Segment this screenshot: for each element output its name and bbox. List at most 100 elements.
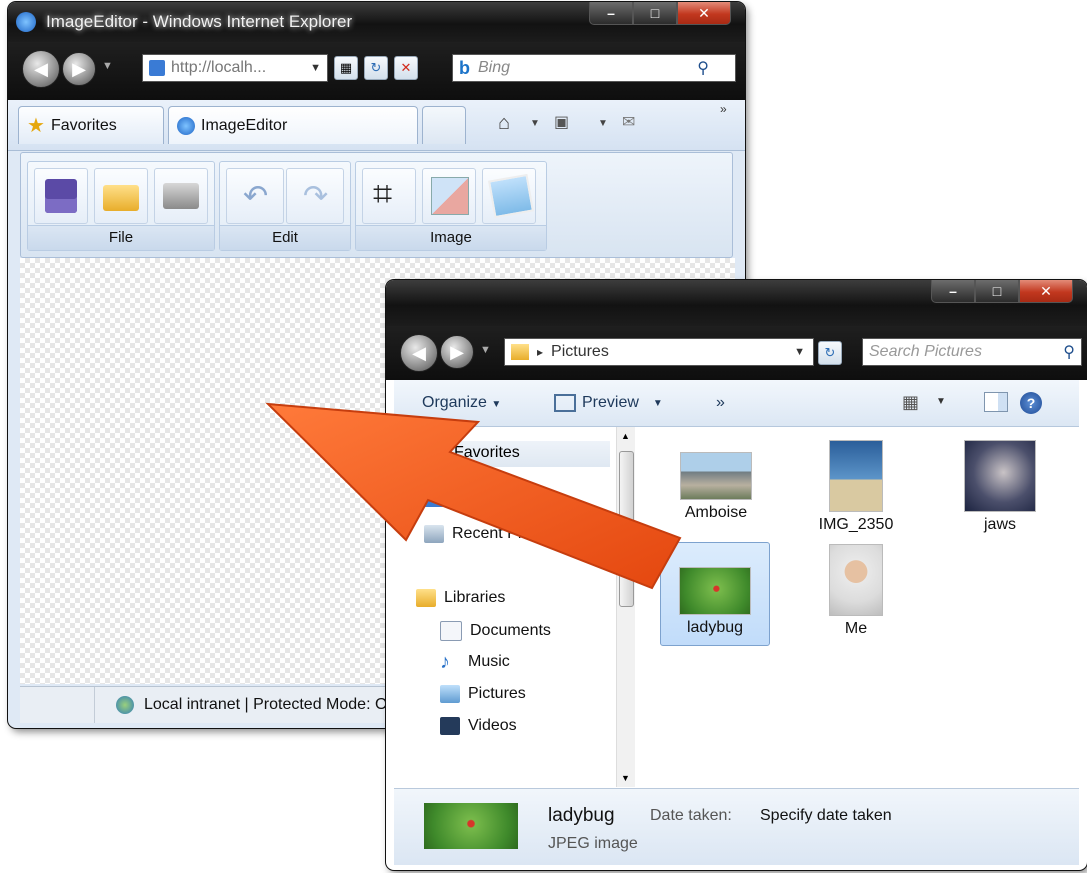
status-text: Local intranet | Protected Mode: On (144, 696, 397, 713)
print-button[interactable] (154, 168, 208, 224)
file-name: Me (844, 620, 868, 637)
home-dropdown-icon[interactable]: ▼ (530, 118, 540, 129)
close-button[interactable]: ✕ (677, 2, 731, 25)
redo-button[interactable]: ↷ (286, 168, 344, 224)
crop-icon: ⌗ (373, 175, 393, 213)
organize-button[interactable]: Organize ▼ (422, 394, 501, 412)
address-bar[interactable]: http://localh... ▼ (142, 54, 328, 82)
mail-icon[interactable]: ✉ (622, 112, 635, 132)
ribbon-group-edit-label: Edit (220, 225, 350, 250)
compatibility-icon[interactable]: ▦ (334, 56, 358, 80)
scroll-up-icon[interactable]: ▲ (621, 431, 630, 441)
file-item-amboise[interactable]: Amboise (670, 452, 762, 522)
explorer-refresh-icon[interactable]: ↻ (818, 341, 842, 365)
breadcrumb-dropdown-icon[interactable]: ▼ (794, 346, 805, 358)
nav-item-recent-places[interactable]: Recent Places (424, 525, 555, 543)
date-taken-label: Date taken: (650, 807, 732, 824)
search-placeholder: Bing (478, 59, 511, 76)
feeds-dropdown-icon[interactable]: ▼ (598, 118, 608, 129)
recent-pages-dropdown-icon[interactable]: ▼ (102, 60, 113, 72)
forward-button[interactable]: ▶ (62, 52, 96, 86)
open-button[interactable] (94, 168, 148, 224)
amboise-thumbnail (680, 452, 752, 500)
nav-item-videos[interactable]: Videos (440, 717, 517, 735)
maximize-button[interactable]: □ (633, 2, 677, 25)
page-icon (149, 60, 165, 76)
help-icon[interactable]: ? (1020, 392, 1042, 414)
preview-label: Preview (582, 394, 639, 411)
favorites-bar: ★ Favorites ImageEditor ⌂ ▼ ▣ ▼ ✉ » (8, 100, 745, 151)
stop-icon[interactable]: ✕ (394, 56, 418, 80)
details-pane: ladybug JPEG image Date taken: Specify d… (394, 788, 1079, 865)
preview-icon (554, 394, 576, 412)
favorites-button[interactable]: ★ Favorites (18, 106, 164, 144)
explorer-minimize-button[interactable]: – (931, 280, 975, 303)
new-tab-button[interactable] (422, 106, 466, 144)
explorer-maximize-button[interactable]: □ (975, 280, 1019, 303)
file-item-ladybug[interactable]: ladybug (660, 542, 770, 646)
explorer-close-button[interactable]: ✕ (1019, 280, 1073, 303)
documents-icon (440, 621, 462, 641)
home-icon[interactable]: ⌂ (498, 112, 510, 135)
nav-videos-label: Videos (468, 717, 517, 734)
file-item-jaws[interactable]: jaws (954, 440, 1046, 534)
crop-button[interactable]: ⌗ (362, 168, 416, 224)
feeds-icon[interactable]: ▣ (554, 112, 569, 132)
nav-scrollbar[interactable]: ▲ ▼ (616, 427, 635, 787)
nav-favorites-header[interactable]: Favorites (404, 441, 610, 467)
address-dropdown-icon[interactable]: ▼ (310, 62, 321, 74)
picture-effects-button[interactable] (482, 168, 536, 224)
view-options-icon[interactable]: ▦ (902, 392, 919, 413)
explorer-recent-dropdown-icon[interactable]: ▼ (480, 344, 491, 356)
breadcrumb[interactable]: ▸ Pictures ▼ (504, 338, 814, 366)
resize-button[interactable] (422, 168, 476, 224)
more-commands-button[interactable]: » (716, 394, 725, 412)
more-toolbar-icon[interactable]: » (720, 102, 727, 116)
nav-item-documents[interactable]: Documents (440, 621, 551, 641)
refresh-icon[interactable]: ↻ (364, 56, 388, 80)
nav-item-music[interactable]: ♪ Music (440, 651, 510, 673)
explorer-search-placeholder: Search Pictures (869, 343, 982, 360)
minimize-button[interactable]: – (589, 2, 633, 25)
file-item-me[interactable]: Me (810, 544, 902, 638)
file-name: Amboise (684, 504, 748, 521)
me-thumbnail (829, 544, 883, 616)
explorer-forward-button[interactable]: ▶ (440, 335, 474, 369)
explorer-search-box[interactable]: Search Pictures ⚲ (862, 338, 1082, 366)
intranet-globe-icon (116, 696, 134, 714)
file-name: ladybug (686, 619, 744, 636)
organize-label: Organize (422, 394, 487, 411)
explorer-window: – □ ✕ ◀ ▶ ▼ ▸ Pictures ▼ ↻ Search Pictur… (386, 280, 1087, 870)
preview-pane-icon[interactable] (984, 392, 1008, 412)
explorer-back-button[interactable]: ◀ (400, 334, 438, 372)
nav-item-downloads[interactable]: Downloads (424, 489, 531, 507)
undo-button[interactable]: ↶ (226, 168, 284, 224)
save-button[interactable] (34, 168, 88, 224)
ribbon-group-file-label: File (28, 225, 214, 250)
nav-item-pictures[interactable]: Pictures (440, 685, 526, 703)
scroll-down-icon[interactable]: ▼ (621, 773, 630, 783)
command-bar: Organize ▼ Preview ▼ » ▦ ▼ ? (394, 380, 1079, 427)
back-button[interactable]: ◀ (22, 50, 60, 88)
ie-nav-bar: ◀ ▶ ▼ http://localh... ▼ ▦ ↻ ✕ b Bing ⚲ (8, 42, 745, 100)
nav-recent-label: Recent Places (452, 525, 556, 542)
search-box[interactable]: b Bing ⚲ (452, 54, 736, 82)
printer-icon (163, 183, 199, 209)
music-icon: ♪ (440, 651, 450, 673)
folder-icon (103, 185, 139, 211)
explorer-title-bar[interactable]: – □ ✕ (386, 280, 1087, 326)
breadcrumb-chevron-icon[interactable]: ▸ (537, 345, 543, 359)
preview-button[interactable]: Preview ▼ (554, 394, 663, 412)
search-icon[interactable]: ⚲ (697, 58, 709, 78)
nav-scroll-thumb[interactable] (619, 451, 634, 607)
explorer-search-icon[interactable]: ⚲ (1063, 342, 1075, 362)
file-item-img-2350[interactable]: IMG_2350 (810, 440, 902, 534)
ie-title-bar[interactable]: ImageEditor - Windows Internet Explorer … (8, 2, 745, 42)
nav-item-libraries[interactable]: Libraries (416, 589, 505, 607)
ribbon-group-file: File (27, 161, 215, 251)
breadcrumb-pictures[interactable]: Pictures (551, 343, 609, 361)
date-taken-value[interactable]: Specify date taken (760, 807, 892, 825)
view-options-dropdown-icon[interactable]: ▼ (936, 396, 946, 407)
recent-places-icon (424, 525, 444, 543)
tab-imageeditor[interactable]: ImageEditor (168, 106, 418, 144)
